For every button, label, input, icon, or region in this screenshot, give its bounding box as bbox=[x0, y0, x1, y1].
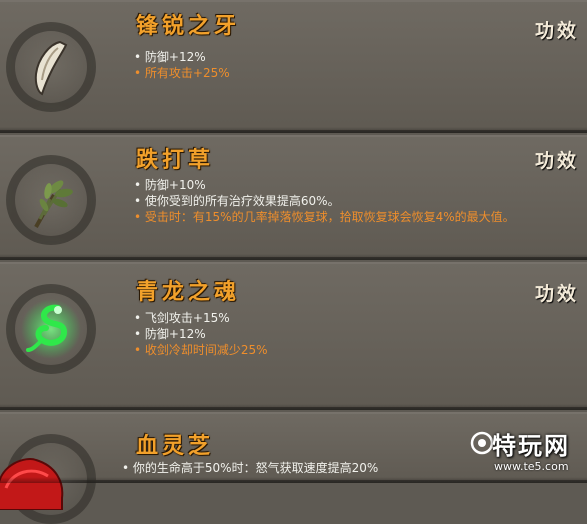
effect-label: 功效 bbox=[534, 150, 579, 172]
item-card-herb[interactable]: 跌打草 功效 • 防御+10% • 使你受到的所有治疗效果提高60%。 • 受击… bbox=[0, 135, 587, 260]
jade-dragon-icon bbox=[21, 299, 81, 359]
item-name: 青龙之魂 bbox=[136, 279, 241, 305]
item-stats: • 防御+10% • 使你受到的所有治疗效果提高60%。 • 受击时：有15%的… bbox=[134, 177, 583, 225]
item-stats: • 防御+12% • 所有攻击+25% bbox=[134, 49, 583, 81]
stat-line: • 防御+10% bbox=[134, 178, 206, 192]
stat-line: • 防御+12% bbox=[134, 50, 206, 64]
effect-label: 功效 bbox=[534, 20, 579, 42]
watermark-site-name: 特玩网 bbox=[492, 432, 570, 460]
stat-line: • 飞剑攻击+15% bbox=[134, 311, 230, 325]
stat-line: • 使你受到的所有治疗效果提高60%。 bbox=[134, 194, 340, 208]
item-name: 跌打草 bbox=[136, 147, 215, 173]
red-lingzhi-icon bbox=[0, 458, 64, 510]
stat-line: • 受击时：有15%的几率掉落恢复球，拾取恢复球会恢复4%的最大值。 bbox=[134, 210, 515, 224]
item-card-fang[interactable]: 锋锐之牙 功效 • 防御+12% • 所有攻击+25% bbox=[0, 0, 587, 133]
item-stats: • 飞剑攻击+15% • 防御+12% • 收剑冷却时间减少25% bbox=[134, 310, 583, 358]
herb-icon bbox=[34, 180, 73, 228]
watermark-url: www.te5.com bbox=[494, 460, 569, 473]
stat-line: • 所有攻击+25% bbox=[134, 66, 230, 80]
stat-line: • 收剑冷却时间减少25% bbox=[134, 343, 268, 357]
effect-label: 功效 bbox=[534, 283, 579, 305]
watermark-logo-icon bbox=[470, 431, 494, 455]
item-name: 血灵芝 bbox=[136, 433, 215, 459]
site-watermark: 特玩网 www.te5.com bbox=[470, 428, 587, 483]
stat-line: • 防御+12% bbox=[134, 327, 206, 341]
item-card-dragon[interactable]: 青龙之魂 功效 • 飞剑攻击+15% • 防御+12% • 收剑冷却时间减少25… bbox=[0, 262, 587, 410]
item-name: 锋锐之牙 bbox=[136, 13, 241, 39]
fang-icon bbox=[34, 40, 68, 96]
